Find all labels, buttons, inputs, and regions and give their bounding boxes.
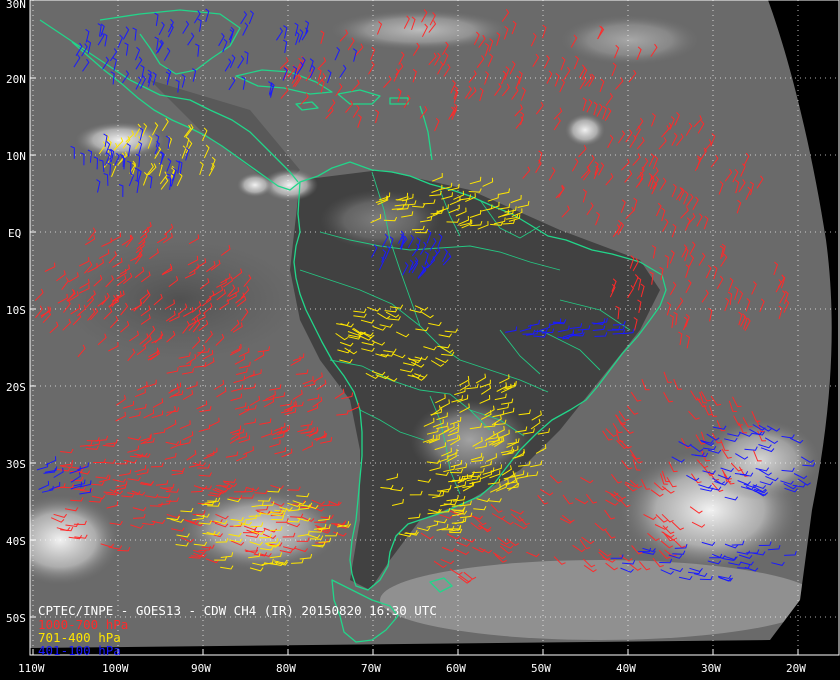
lon-label-70w: 70W (361, 662, 381, 675)
lon-label-90w: 90W (191, 662, 211, 675)
lat-label-20s: 20S (6, 381, 26, 394)
product-title: CPTEC/INPE - GOES13 - CDW CH4 (IR) 20150… (38, 603, 437, 618)
lon-label-30w: 30W (701, 662, 721, 675)
lat-label-10s: 10S (6, 304, 26, 317)
lon-label-20w: 20W (786, 662, 806, 675)
ir-imagery (30, 0, 832, 648)
lat-label-eq: EQ (8, 227, 21, 240)
lat-label-50s: 50S (6, 612, 26, 625)
lon-label-80w: 80W (276, 662, 296, 675)
lon-label-100w: 100W (102, 662, 129, 675)
lat-label-10n: 10N (6, 150, 26, 163)
lat-label-30n: 30N (6, 0, 26, 11)
lon-label-40w: 40W (616, 662, 636, 675)
lon-label-60w: 60W (446, 662, 466, 675)
lon-label-50w: 50W (531, 662, 551, 675)
legend-high-level: 401-100 hPa (38, 643, 121, 658)
lon-label-110w: 110W (18, 662, 45, 675)
lat-label-40s: 40S (6, 535, 26, 548)
satellite-wind-map: 30N 20N 10N EQ 10S 20S 30S 40S 50S 110W … (0, 0, 840, 680)
lat-label-30s: 30S (6, 458, 26, 471)
lat-label-20n: 20N (6, 73, 26, 86)
